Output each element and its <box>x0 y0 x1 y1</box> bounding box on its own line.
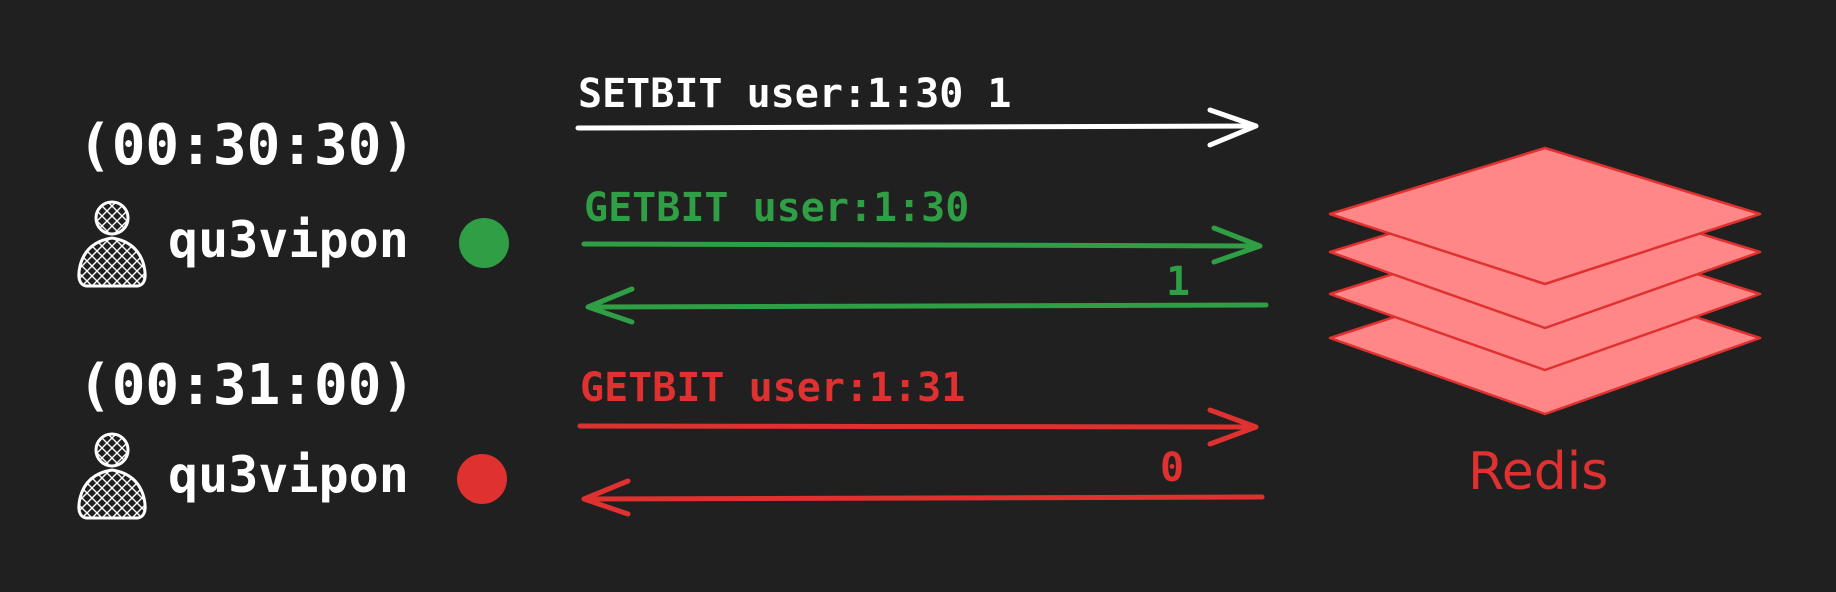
diagram: (00:30:30) qu3vipon SETBIT user:1:30 1 G… <box>0 0 1836 592</box>
server-label: Redis <box>1468 442 1609 502</box>
getbit-response-arrow-1 <box>585 286 1269 325</box>
getbit-request-arrow-2 <box>577 407 1259 447</box>
setbit-request-arrow <box>575 107 1259 148</box>
getbit-response-arrow-2 <box>581 478 1265 517</box>
stacked-layers-icon <box>1328 146 1762 416</box>
getbit-request-arrow-1 <box>581 225 1263 265</box>
